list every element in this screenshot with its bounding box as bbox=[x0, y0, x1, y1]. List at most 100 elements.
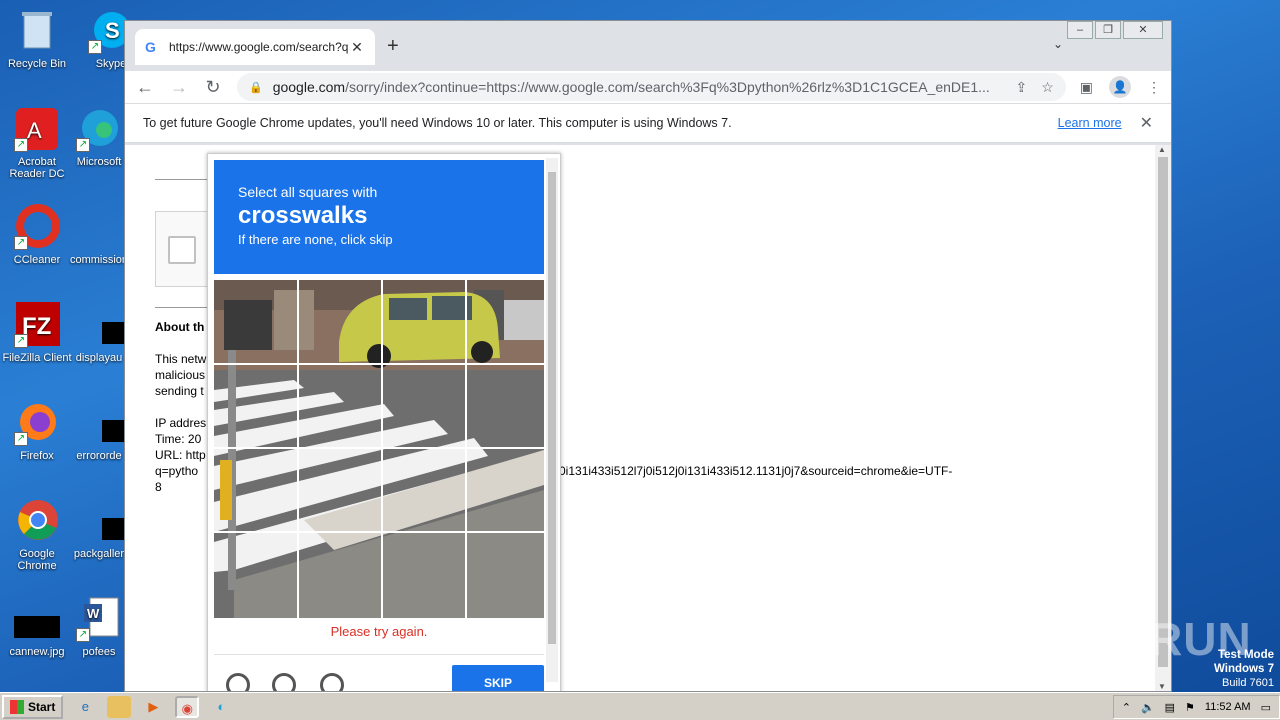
url-path: /sorry/index?continue=https://www.google… bbox=[345, 79, 990, 95]
url-line: URL: http bbox=[155, 448, 206, 462]
url-host: google.com bbox=[272, 79, 346, 95]
divider bbox=[155, 179, 215, 180]
file-icon bbox=[76, 498, 138, 544]
recaptcha-widget bbox=[155, 211, 215, 287]
explanation-line: This netw bbox=[155, 352, 207, 366]
explanation-line: malicious bbox=[155, 368, 206, 382]
back-arrow-icon[interactable]: ← bbox=[135, 77, 155, 98]
desktop-icon-label: Recycle Bin bbox=[7, 58, 67, 70]
acrobat-icon: A ↗ bbox=[14, 106, 60, 152]
challenge-target: crosswalks bbox=[238, 202, 368, 229]
reload-icon[interactable]: ↻ bbox=[203, 77, 223, 98]
scroll-down-icon[interactable]: ▼ bbox=[1158, 682, 1166, 691]
divider bbox=[155, 307, 215, 308]
reload-challenge-icon[interactable] bbox=[226, 673, 250, 691]
windows-flag-icon bbox=[10, 699, 24, 714]
filezilla-icon: FZ ↗ bbox=[14, 302, 60, 348]
action-center-flag-icon[interactable]: ⚑ bbox=[1185, 701, 1195, 714]
page-content: About th This netw malicious sending t I… bbox=[125, 145, 1155, 691]
chrome-taskbar-icon[interactable]: ◉ bbox=[175, 695, 200, 718]
network-icon[interactable]: ▤ bbox=[1165, 701, 1175, 714]
explanation-line: sending t bbox=[155, 384, 204, 398]
system-tray: ⌃ 🔈 ▤ ⚑ 11:52 AM ▭ bbox=[1112, 695, 1280, 719]
audio-challenge-icon[interactable] bbox=[272, 673, 296, 691]
address-url[interactable]: google.com/sorry/index?continue=https://… bbox=[273, 79, 1006, 95]
time-line: Time: 20 bbox=[155, 432, 202, 446]
chrome-icon bbox=[14, 498, 60, 544]
street-scene-image bbox=[214, 280, 544, 618]
recaptcha-checkbox[interactable] bbox=[168, 236, 196, 264]
word-document-icon: W ↗ bbox=[76, 596, 122, 642]
popup-scrollbar-thumb[interactable] bbox=[548, 172, 556, 644]
address-bar[interactable]: 🔒 google.com/sorry/index?continue=https:… bbox=[237, 73, 1066, 101]
query-line-end: 0i131i433i512l7j0i512j0i131i433i512.1131… bbox=[559, 464, 953, 478]
test-mode-line: Test Mode bbox=[1217, 649, 1274, 661]
infobar-message: To get future Google Chrome updates, you… bbox=[143, 116, 732, 130]
clock[interactable]: 11:52 AM bbox=[1205, 701, 1251, 713]
query-line-wrap: 8 bbox=[155, 480, 162, 494]
test-mode-notice: Test Mode Windows 7 Build 7601 bbox=[1214, 648, 1274, 690]
tab-close-icon[interactable]: ✕ bbox=[349, 39, 365, 56]
recaptcha-challenge-popup: Select all squares with crosswalks If th… bbox=[207, 153, 561, 691]
share-icon[interactable]: ⇪ bbox=[1015, 79, 1027, 96]
tab-title: https://www.google.com/search?q= bbox=[169, 40, 349, 54]
challenge-footer: SKIP bbox=[214, 654, 544, 691]
infobar-close-icon[interactable]: ✕ bbox=[1140, 113, 1153, 133]
popup-scrollbar[interactable] bbox=[546, 158, 558, 682]
close-window-icon[interactable]: ✕ bbox=[1123, 21, 1163, 39]
query-line-start: q=pytho bbox=[155, 464, 199, 478]
challenge-hint: If there are none, click skip bbox=[238, 232, 393, 247]
tab-search-chevron-icon[interactable]: ⌄ bbox=[1053, 37, 1063, 51]
file-icon bbox=[76, 400, 138, 446]
desktop-icon-recycle-bin[interactable]: Recycle Bin bbox=[0, 8, 74, 70]
profile-avatar-icon[interactable]: 👤 bbox=[1109, 76, 1131, 98]
svg-text:W: W bbox=[87, 606, 100, 621]
side-panel-icon[interactable]: ▣ bbox=[1080, 79, 1093, 96]
svg-text:A: A bbox=[27, 118, 42, 143]
ip-address-line: IP addres bbox=[155, 416, 207, 430]
forward-arrow-icon[interactable]: → bbox=[169, 77, 189, 98]
edge-taskbar-icon[interactable]: ◐ bbox=[209, 696, 233, 718]
info-icon[interactable] bbox=[320, 673, 344, 691]
google-favicon-icon: G bbox=[145, 39, 156, 55]
skip-button[interactable]: SKIP bbox=[452, 665, 544, 691]
about-heading: About th bbox=[155, 320, 205, 334]
challenge-header: Select all squares with crosswalks If th… bbox=[214, 160, 544, 274]
media-player-icon[interactable]: ▶ bbox=[141, 696, 165, 718]
scroll-up-icon[interactable]: ▲ bbox=[1158, 145, 1166, 154]
ccleaner-icon: ↗ bbox=[14, 204, 60, 250]
page-scrollbar-thumb[interactable] bbox=[1158, 157, 1168, 667]
show-desktop-icon[interactable]: ▭ bbox=[1261, 701, 1271, 714]
challenge-image-grid bbox=[214, 280, 544, 618]
navigation-toolbar: ← → ↻ 🔒 google.com/sorry/index?continue=… bbox=[125, 71, 1171, 103]
internet-explorer-icon[interactable]: e bbox=[73, 696, 97, 718]
restore-icon[interactable]: ❐ bbox=[1095, 21, 1121, 39]
menu-kebab-icon[interactable]: ⋮ bbox=[1147, 79, 1161, 96]
lock-icon[interactable]: 🔒 bbox=[249, 81, 263, 94]
bookmark-star-icon[interactable]: ☆ bbox=[1041, 79, 1054, 96]
challenge-instruction: Select all squares with bbox=[238, 184, 378, 200]
image-file-icon bbox=[14, 596, 60, 642]
taskbar: Start e ▶ ◉ ◐ ⌃ 🔈 ▤ ⚑ 11:52 AM ▭ bbox=[0, 692, 1280, 720]
edge-icon: ↗ bbox=[76, 106, 122, 152]
tab-bar: G https://www.google.com/search?q= ✕ + ⌄… bbox=[125, 21, 1171, 71]
update-infobar: To get future Google Chrome updates, you… bbox=[125, 103, 1171, 143]
file-icon bbox=[76, 302, 138, 348]
volume-icon[interactable]: 🔈 bbox=[1141, 701, 1155, 714]
recycle-bin-icon bbox=[14, 8, 60, 54]
file-explorer-icon[interactable] bbox=[107, 695, 132, 718]
tray-expand-icon[interactable]: ⌃ bbox=[1122, 701, 1131, 714]
windows-version-line: Windows 7 bbox=[1214, 663, 1274, 675]
learn-more-link[interactable]: Learn more bbox=[1058, 116, 1122, 130]
challenge-error-message: Please try again. bbox=[330, 624, 428, 639]
tab-google-search[interactable]: G https://www.google.com/search?q= ✕ bbox=[135, 29, 375, 65]
firefox-icon: ↗ bbox=[14, 400, 60, 446]
start-button[interactable]: Start bbox=[2, 694, 64, 719]
build-line: Build 7601 bbox=[1222, 677, 1274, 689]
svg-text:S: S bbox=[105, 18, 120, 43]
start-label: Start bbox=[28, 699, 56, 714]
page-scrollbar[interactable]: ▲ ▼ bbox=[1155, 145, 1171, 691]
minimize-icon[interactable]: – bbox=[1067, 21, 1093, 39]
chrome-window: G https://www.google.com/search?q= ✕ + ⌄… bbox=[124, 20, 1172, 692]
new-tab-icon[interactable]: + bbox=[387, 35, 399, 58]
